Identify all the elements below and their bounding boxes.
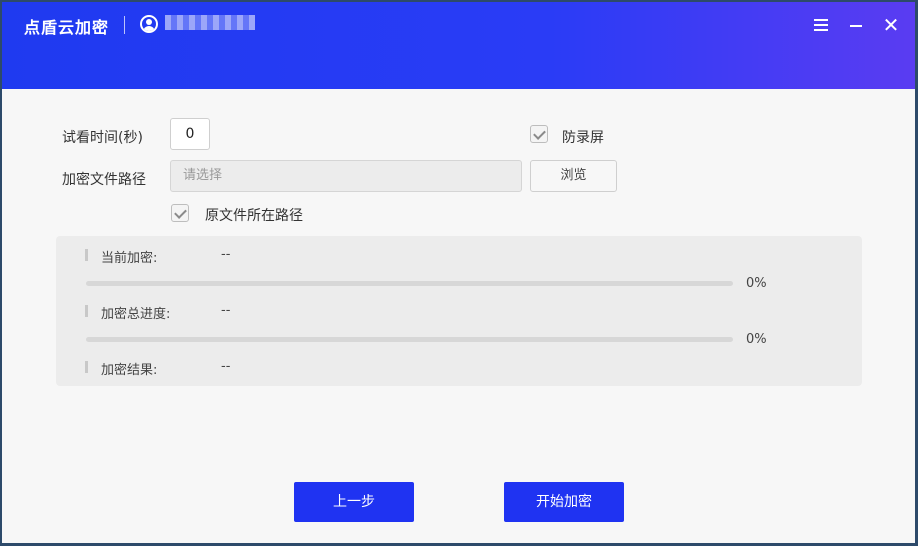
total-progress-percent: 0% [746, 332, 767, 347]
current-encrypt-label: 当前加密: [101, 251, 158, 266]
current-encrypt-value: -- [221, 247, 231, 262]
result-label: 加密结果: [101, 363, 158, 378]
close-icon[interactable]: ✕ [882, 15, 900, 35]
encrypt-path-field[interactable]: 请选择 [170, 160, 522, 192]
app-window: 点盾云加密 ✕ 试看时间(秒) 防录屏 加密文件路径 请选择 浏览 原文件所在路… [2, 2, 915, 543]
current-progress-percent: 0% [746, 276, 767, 291]
app-title: 点盾云加密 [24, 18, 110, 37]
menu-icon[interactable] [812, 16, 830, 34]
total-progress-bar [86, 337, 733, 342]
encrypt-path-label: 加密文件路径 [62, 172, 146, 188]
title-divider [124, 16, 125, 34]
row-marker [85, 361, 88, 373]
prev-step-button[interactable]: 上一步 [294, 482, 414, 522]
trial-time-input[interactable] [170, 118, 210, 150]
original-path-checkbox[interactable] [171, 204, 189, 222]
total-progress-label: 加密总进度: [101, 307, 171, 322]
user-icon[interactable] [140, 15, 158, 33]
title-bar: 点盾云加密 ✕ [2, 2, 915, 89]
anti-record-label: 防录屏 [562, 130, 604, 146]
progress-panel: 当前加密: -- 0% 加密总进度: -- 0% 加密结果: -- [56, 236, 862, 386]
row-marker [85, 305, 88, 317]
anti-record-checkbox[interactable] [530, 125, 548, 143]
start-encrypt-button[interactable]: 开始加密 [504, 482, 624, 522]
row-marker [85, 249, 88, 261]
result-value: -- [221, 359, 231, 374]
username-redacted [165, 15, 255, 30]
total-progress-value: -- [221, 303, 231, 318]
current-progress-bar [86, 281, 733, 286]
trial-time-label: 试看时间(秒) [62, 130, 143, 146]
minimize-icon[interactable] [847, 16, 865, 34]
browse-button[interactable]: 浏览 [530, 160, 617, 192]
original-path-label: 原文件所在路径 [205, 208, 303, 224]
